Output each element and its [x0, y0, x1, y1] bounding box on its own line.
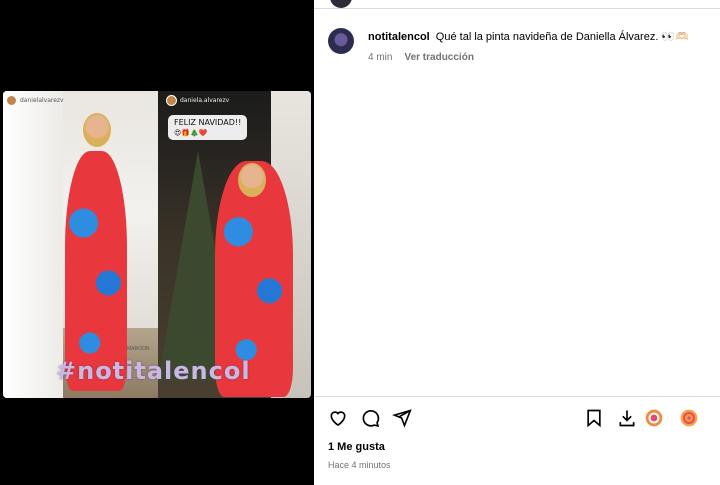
sticker-text: FELIZ NAVIDAD!! [174, 118, 242, 127]
avatar[interactable] [328, 28, 354, 54]
story-avatar [166, 95, 177, 106]
comment-icon[interactable] [359, 407, 381, 429]
heart-icon[interactable] [327, 407, 349, 429]
extension-sync-icon[interactable] [678, 407, 700, 429]
bookmark-icon[interactable] [583, 407, 605, 429]
likes-count[interactable]: 1 Me gusta [328, 441, 385, 453]
story-avatar [6, 95, 17, 106]
extension-icon[interactable] [643, 407, 665, 429]
post-image[interactable]: danielalvarezv MAROON daniela.alvarezv F… [3, 91, 311, 398]
post-timestamp: Hace 4 minutos [328, 460, 391, 470]
download-icon[interactable] [616, 407, 638, 429]
story-right-photo: daniela.alvarezv FELIZ NAVIDAD!! 😍🎁🎄❤️ [158, 91, 311, 398]
translate-link[interactable]: Ver traducción [404, 51, 473, 65]
story-header-left: danielalvarezv [6, 95, 64, 106]
comment-body: notitalencol Qué tal la pinta navideña d… [368, 30, 718, 65]
username-link[interactable]: notitalencol [368, 31, 430, 43]
story-username-left: danielalvarezv [20, 97, 64, 104]
photo-side-text: MAROON [127, 346, 150, 352]
story-left-photo: danielalvarezv MAROON [3, 91, 158, 398]
actions-bar [314, 396, 720, 441]
watermark: #notitalencol [56, 357, 251, 385]
post-info-pane: notitalencol Qué tal la pinta navideña d… [314, 0, 720, 485]
story-username-right: daniela.alvarezv [180, 97, 230, 104]
comment-time[interactable]: 4 min [368, 51, 392, 65]
feliz-navidad-sticker: FELIZ NAVIDAD!! 😍🎁🎄❤️ [168, 115, 248, 140]
story-header-right: daniela.alvarezv [166, 95, 229, 106]
sticker-emojis: 😍🎁🎄❤️ [174, 129, 208, 137]
header-avatar[interactable] [330, 0, 352, 8]
woman-figure-left [65, 151, 127, 391]
media-pane: danielalvarezv MAROON daniela.alvarezv F… [0, 0, 314, 485]
comment-meta: 4 min Ver traducción [368, 51, 718, 65]
share-icon[interactable] [391, 407, 413, 429]
post-header [314, 0, 720, 9]
caption-text: Qué tal la pinta navideña de Daniella Ál… [435, 31, 689, 43]
